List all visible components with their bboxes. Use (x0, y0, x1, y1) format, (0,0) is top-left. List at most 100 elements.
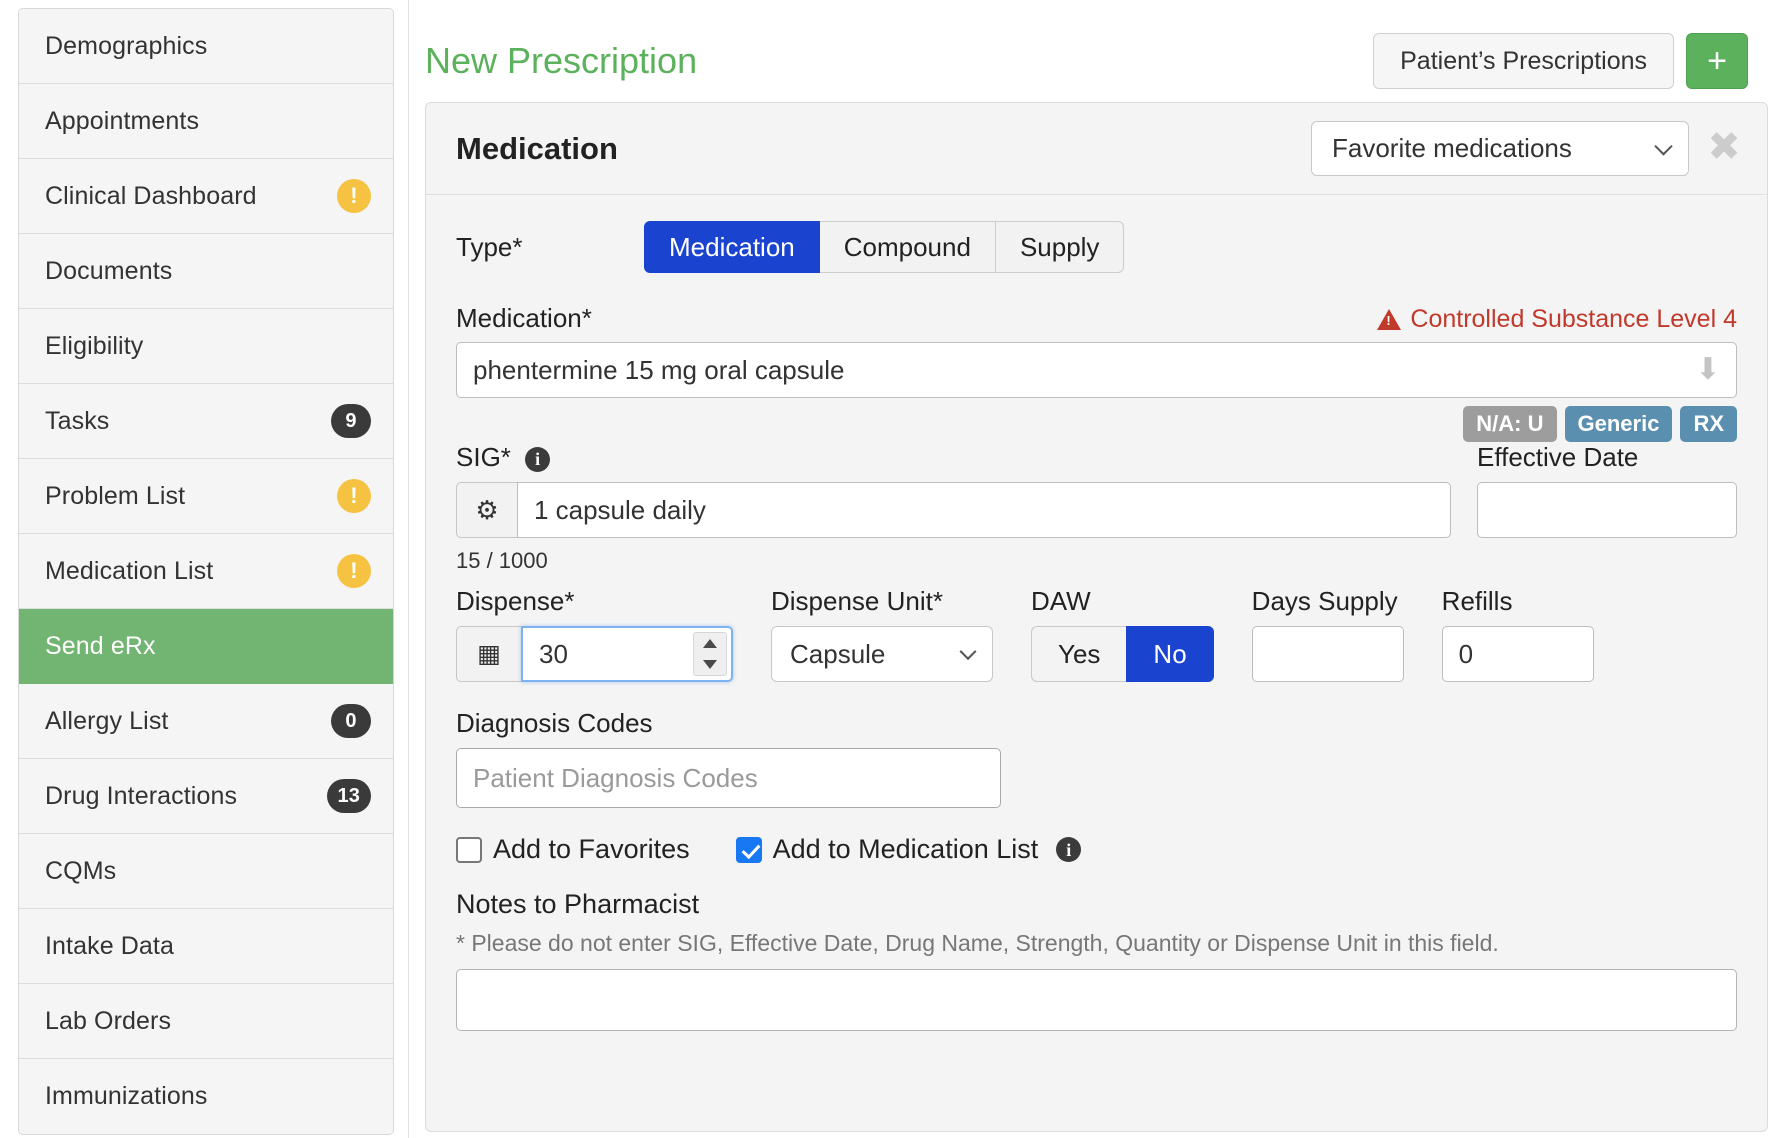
count-badge: 13 (326, 779, 371, 813)
page-title: New Prescription (425, 40, 698, 81)
checkbox-box[interactable] (735, 836, 762, 863)
sidebar-item-label: Documents (45, 256, 173, 285)
sidebar-item-allergy-list[interactable]: Allergy List 0 (19, 684, 393, 759)
diagnosis-label: Diagnosis Codes (456, 708, 653, 739)
notes-hint: * Please do not enter SIG, Effective Dat… (456, 930, 1499, 957)
sidebar-item-tasks[interactable]: Tasks 9 (19, 384, 393, 459)
days-supply-label: Days Supply (1251, 586, 1398, 617)
alert-icon: ! (337, 554, 371, 588)
stepper-up-icon[interactable] (703, 639, 717, 649)
panel-header: Medication Favorite medications ✖ (426, 103, 1767, 195)
daw-yes-button[interactable]: Yes (1031, 626, 1127, 683)
quantity-stepper[interactable] (693, 632, 727, 677)
sidebar-item-label: Demographics (45, 31, 208, 60)
days-supply-field: Days Supply (1251, 586, 1404, 683)
diagnosis-input[interactable] (456, 748, 1001, 809)
calculator-icon[interactable]: ▦ (456, 626, 521, 683)
sidebar-item-drug-interactions[interactable]: Drug Interactions 13 (19, 759, 393, 834)
sidebar-item-appointments[interactable]: Appointments (19, 84, 393, 159)
refills-input[interactable] (1441, 626, 1594, 683)
sidebar-item-label: Drug Interactions (45, 781, 238, 810)
sig-column: SIG* i ⚙ 15 / 1000 (456, 442, 1451, 574)
main-content: New Prescription Patient’s Prescriptions… (408, 0, 1788, 1138)
medication-input[interactable] (456, 342, 1737, 398)
effective-date-label: Effective Date (1477, 442, 1639, 473)
panel-body: Type* Medication Compound Supply Medicat… (426, 195, 1767, 1036)
add-to-favorites-checkbox[interactable]: Add to Favorites (456, 834, 690, 865)
refills-field: Refills (1441, 586, 1594, 683)
sidebar-list: Demographics Appointments Clinical Dashb… (18, 8, 394, 1135)
sidebar-item-lab-orders[interactable]: Lab Orders (19, 984, 393, 1059)
type-segmented-control: Medication Compound Supply (644, 221, 1125, 273)
dispense-label: Dispense* (456, 586, 575, 617)
sidebar-item-immunizations[interactable]: Immunizations (19, 1059, 393, 1134)
app-root: Demographics Appointments Clinical Dashb… (0, 0, 1788, 1138)
daw-toggle: Yes No (1031, 626, 1214, 683)
sidebar-item-clinical-dashboard[interactable]: Clinical Dashboard ! (19, 159, 393, 234)
dispense-unit-select[interactable]: Capsule (771, 626, 993, 683)
status-badge-na: N/A: U (1463, 406, 1557, 443)
status-badge-rx: RX (1680, 406, 1737, 443)
dispense-unit-field: Dispense Unit* Capsule (771, 586, 993, 683)
dispense-unit-value: Capsule (790, 638, 886, 669)
patients-prescriptions-button[interactable]: Patient’s Prescriptions (1373, 33, 1674, 89)
notes-textarea[interactable] (456, 969, 1737, 1032)
checkbox-box[interactable] (456, 836, 482, 863)
panel-header-actions: Favorite medications ✖ (1311, 121, 1745, 176)
medication-tags: N/A: U Generic RX (456, 406, 1737, 443)
medication-field-header: Medication* Controlled Substance Level 4 (456, 303, 1737, 334)
sidebar-item-label: Problem List (45, 481, 186, 510)
sidebar-item-documents[interactable]: Documents (19, 234, 393, 309)
sidebar-item-problem-list[interactable]: Problem List ! (19, 459, 393, 534)
tab-medication[interactable]: Medication (644, 221, 820, 273)
sidebar-item-intake-data[interactable]: Intake Data (19, 909, 393, 984)
medication-panel: Medication Favorite medications ✖ Type* … (425, 102, 1768, 1132)
sig-input[interactable] (516, 482, 1451, 539)
add-to-medication-list-checkbox[interactable]: Add to Medication List i (735, 834, 1082, 865)
warning-triangle-icon (1377, 309, 1402, 330)
close-icon[interactable]: ✖ (1703, 127, 1745, 170)
sidebar-item-label: Send eRx (45, 631, 156, 660)
sidebar-item-label: Tasks (45, 406, 110, 435)
daw-field: DAW Yes No (1031, 586, 1214, 683)
effective-date-input[interactable] (1477, 482, 1737, 539)
tab-supply[interactable]: Supply (995, 221, 1125, 273)
medication-input-wrap: ⬇ (456, 342, 1737, 398)
chevron-down-icon (959, 643, 977, 661)
favorite-medications-select[interactable]: Favorite medications (1311, 121, 1689, 176)
days-supply-input[interactable] (1251, 626, 1404, 683)
dispense-field: Dispense* ▦ (456, 586, 733, 683)
gear-icon[interactable]: ⚙ (456, 482, 517, 539)
sidebar-item-label: Intake Data (45, 931, 174, 960)
sidebar-item-eligibility[interactable]: Eligibility (19, 309, 393, 384)
arrow-down-icon[interactable]: ⬇ (1695, 355, 1721, 385)
add-to-favorites-label: Add to Favorites (493, 834, 690, 865)
daw-no-button[interactable]: No (1126, 626, 1214, 683)
header-actions: Patient’s Prescriptions + (1373, 33, 1748, 89)
favorite-medications-value: Favorite medications (1332, 133, 1572, 163)
sidebar-item-label: Lab Orders (45, 1006, 172, 1035)
alert-icon: ! (337, 179, 371, 213)
add-prescription-button[interactable]: + (1686, 33, 1748, 89)
controlled-substance-warning: Controlled Substance Level 4 (1377, 305, 1737, 334)
dispense-stepper (521, 626, 733, 683)
sidebar-item-send-erx[interactable]: Send eRx (19, 609, 393, 684)
type-label: Type* (456, 231, 523, 262)
sidebar-item-cqms[interactable]: CQMs (19, 834, 393, 909)
sidebar: Demographics Appointments Clinical Dashb… (0, 0, 408, 1138)
info-icon[interactable]: i (1056, 837, 1082, 863)
type-row: Type* Medication Compound Supply (456, 221, 1737, 273)
count-badge: 9 (331, 404, 371, 438)
add-to-medication-list-label: Add to Medication List (772, 834, 1039, 865)
sidebar-item-demographics[interactable]: Demographics (19, 9, 393, 84)
sig-input-group: ⚙ (456, 482, 1451, 539)
daw-label: DAW (1031, 586, 1091, 617)
page-header: New Prescription Patient’s Prescriptions… (409, 0, 1768, 96)
notes-title: Notes to Pharmacist (456, 889, 700, 920)
sidebar-item-label: Allergy List (45, 706, 169, 735)
sidebar-item-medication-list[interactable]: Medication List ! (19, 534, 393, 609)
tab-compound[interactable]: Compound (819, 221, 996, 273)
stepper-down-icon[interactable] (703, 660, 717, 670)
sidebar-item-label: Eligibility (45, 331, 144, 360)
info-icon[interactable]: i (525, 446, 551, 472)
